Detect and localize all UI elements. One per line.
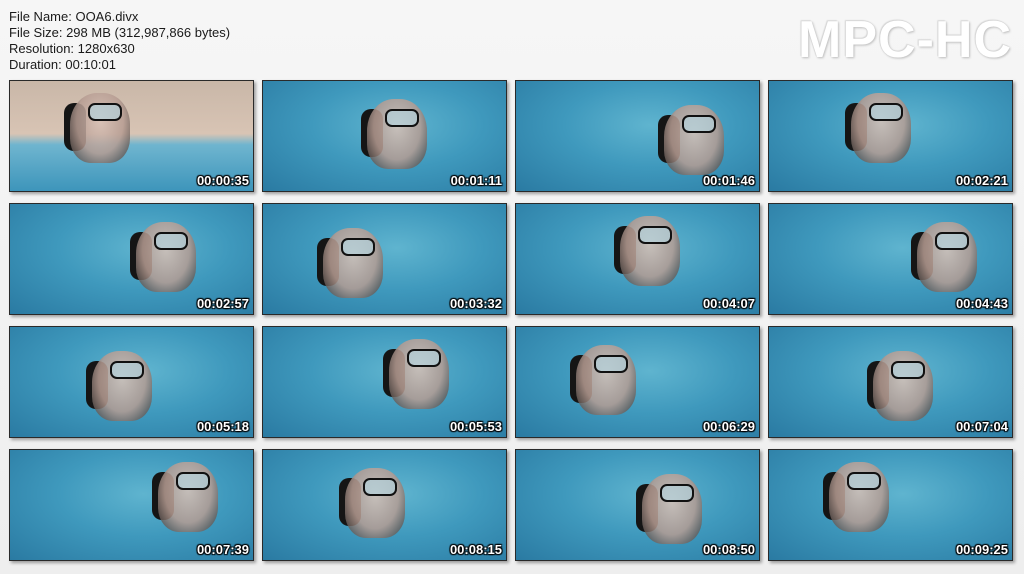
file-size: File Size: 298 MB (312,987,866 bytes): [9, 25, 231, 40]
dive-mask: [110, 361, 144, 379]
video-thumbnail: 00:08:50: [515, 449, 760, 561]
timestamp: 00:08:50: [702, 542, 755, 557]
dive-mask: [935, 232, 969, 250]
timestamp: 00:04:43: [955, 296, 1008, 311]
timestamp: 00:07:04: [955, 419, 1008, 434]
video-thumbnail: 00:09:25: [768, 449, 1013, 561]
dive-mask: [638, 226, 672, 244]
timestamp: 00:03:32: [449, 296, 502, 311]
dive-mask: [385, 109, 419, 127]
duration: Duration: 00:10:01: [9, 57, 116, 72]
video-thumbnail: 00:04:43: [768, 203, 1013, 315]
video-thumbnail: 00:02:21: [768, 80, 1013, 192]
file-info: File Name: OOA6.divx File Size: 298 MB (…: [9, 9, 230, 73]
timestamp: 00:05:53: [449, 419, 502, 434]
video-thumbnail: 00:03:32: [262, 203, 507, 315]
timestamp: 00:07:39: [196, 542, 249, 557]
dive-mask: [869, 103, 903, 121]
timestamp: 00:06:29: [702, 419, 755, 434]
timestamp: 00:01:46: [702, 173, 755, 188]
timestamp: 00:00:35: [196, 173, 249, 188]
video-thumbnail: 00:06:29: [515, 326, 760, 438]
video-thumbnail: 00:02:57: [9, 203, 254, 315]
thumbnail-sheet: File Name: OOA6.divx File Size: 298 MB (…: [0, 0, 1024, 574]
dive-mask: [88, 103, 122, 121]
video-thumbnail: 00:01:46: [515, 80, 760, 192]
dive-mask: [341, 238, 375, 256]
video-thumbnail: 00:05:18: [9, 326, 254, 438]
timestamp: 00:05:18: [196, 419, 249, 434]
video-thumbnail: 00:04:07: [515, 203, 760, 315]
video-thumbnail: 00:08:15: [262, 449, 507, 561]
timestamp: 00:02:57: [196, 296, 249, 311]
mpc-hc-logo: MPC-HC: [798, 11, 1012, 69]
dive-mask: [176, 472, 210, 490]
dive-mask: [154, 232, 188, 250]
dive-mask: [847, 472, 881, 490]
timestamp: 00:01:11: [450, 173, 502, 188]
video-thumbnail: 00:07:04: [768, 326, 1013, 438]
dive-mask: [682, 115, 716, 133]
dive-mask: [407, 349, 441, 367]
video-thumbnail: 00:07:39: [9, 449, 254, 561]
timestamp: 00:02:21: [955, 173, 1008, 188]
timestamp: 00:04:07: [702, 296, 755, 311]
resolution: Resolution: 1280x630: [9, 41, 135, 56]
file-name: File Name: OOA6.divx: [9, 9, 139, 24]
dive-mask: [660, 484, 694, 502]
thumbnail-grid: 00:00:35 00:01:11 00:01:46 00:02:21 00:02:57…: [9, 80, 1017, 561]
video-thumbnail: 00:01:11: [262, 80, 507, 192]
timestamp: 00:09:25: [955, 542, 1008, 557]
timestamp: 00:08:15: [449, 542, 502, 557]
dive-mask: [594, 355, 628, 373]
video-thumbnail: 00:00:35: [9, 80, 254, 192]
dive-mask: [363, 478, 397, 496]
dive-mask: [891, 361, 925, 379]
video-thumbnail: 00:05:53: [262, 326, 507, 438]
